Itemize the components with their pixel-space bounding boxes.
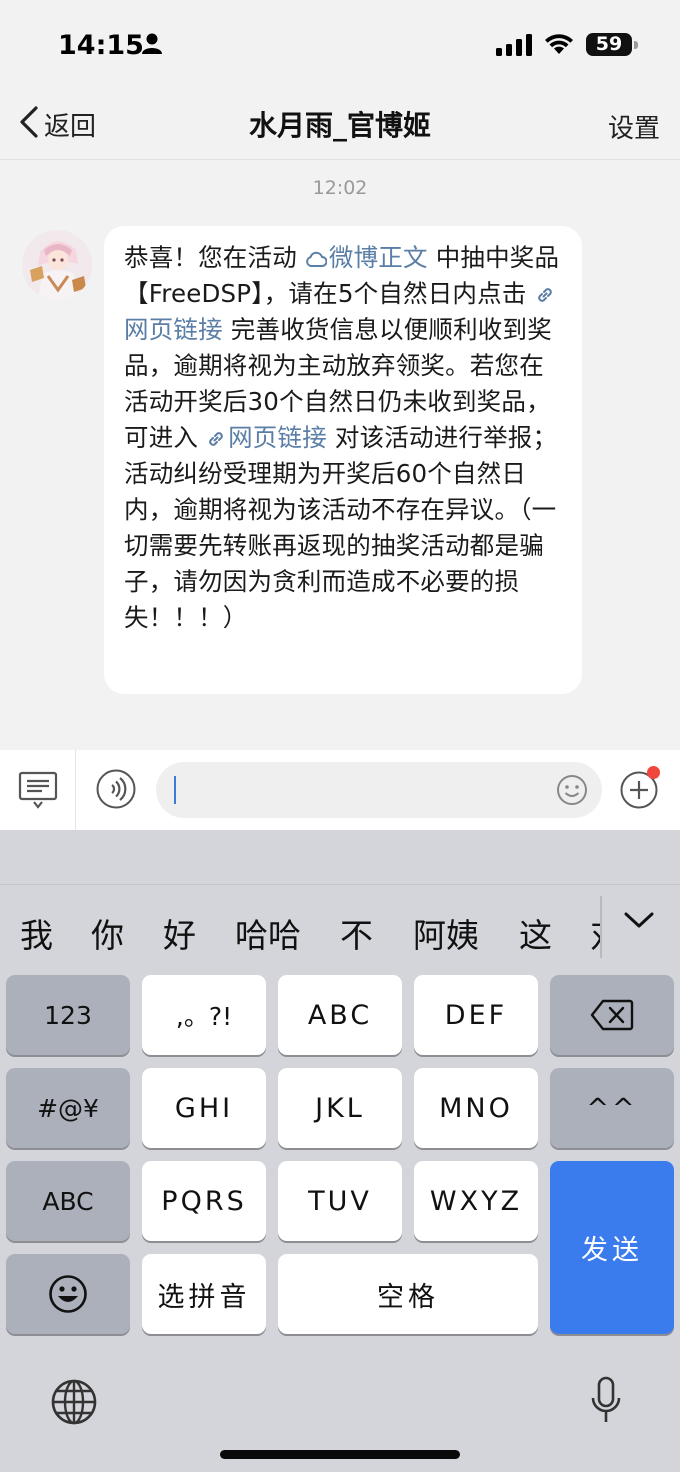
message-text: 恭喜！您在活动 微博正文 中抽中奖品【FreeDSP】，请在5个自然日内点击 网… <box>124 240 564 636</box>
chat-title: 水月雨_官博姬 <box>248 109 431 142</box>
voice-input-button[interactable] <box>96 769 136 809</box>
key-abc[interactable]: ABC <box>278 975 402 1055</box>
home-indicator <box>220 1450 460 1459</box>
key-symbols[interactable]: #@¥ <box>6 1068 130 1148</box>
web-link[interactable]: 网页链接 <box>206 423 327 452</box>
key-label: TUV <box>308 1185 372 1217</box>
link-icon <box>209 432 223 446</box>
candidate-word[interactable]: 不 <box>340 909 373 957</box>
candidate-divider <box>600 896 602 958</box>
key-emoji[interactable] <box>6 1254 130 1334</box>
settings-button[interactable]: 设置 <box>608 108 660 145</box>
candidate-bar: 我 你 好 哈哈 不 阿姨 这 对 <box>0 885 600 973</box>
candidate-word[interactable]: 这 <box>519 909 552 957</box>
voice-icon <box>96 769 136 809</box>
key-emoticon[interactable]: ^^ <box>550 1068 674 1148</box>
status-bar: 14:15 59 <box>0 0 680 90</box>
key-label: JKL <box>315 1092 365 1124</box>
key-space[interactable]: 空格 <box>278 1254 538 1334</box>
avatar[interactable] <box>22 230 92 300</box>
key-label: PQRS <box>161 1185 247 1217</box>
emoji-icon <box>49 1275 87 1313</box>
message-list[interactable]: 12:02 恭喜！您在活动 微博正文 中抽中奖品【FreeDSP】，请在5个自然… <box>0 160 680 750</box>
keyboard-toolbar <box>0 830 680 885</box>
service-menu-button[interactable] <box>0 750 76 830</box>
weibo-post-link-label: 微博正文 <box>328 243 428 272</box>
send-label: 发送 <box>581 1235 643 1266</box>
keyboard: 我 你 好 哈哈 不 阿姨 这 对 123 ,。?! ABC DEF #@¥ G… <box>0 830 680 1472</box>
key-label: DEF <box>444 999 508 1031</box>
send-button[interactable]: 发送 <box>550 1161 674 1334</box>
key-label: 选拼音 <box>157 1281 251 1313</box>
candidate-word[interactable]: 哈哈 <box>235 909 301 957</box>
key-label: 空格 <box>377 1281 439 1313</box>
key-pqrs[interactable]: PQRS <box>142 1161 266 1241</box>
key-ghi[interactable]: GHI <box>142 1068 266 1148</box>
backspace-icon <box>590 999 634 1031</box>
message-timestamp: 12:02 <box>312 177 368 199</box>
microphone-icon[interactable] <box>590 1376 622 1430</box>
message-segment: 对该活动进行举报；活动纠纷受理期为开奖后60个自然日内，逾期将视为该活动不存在异… <box>124 423 558 632</box>
smiley-icon <box>557 775 587 805</box>
key-wxyz[interactable]: WXYZ <box>414 1161 538 1241</box>
key-label: MNO <box>439 1092 513 1124</box>
chat-header: 返回 水月雨_官博姬 设置 <box>0 90 680 160</box>
notification-dot <box>647 766 660 779</box>
candidate-word[interactable]: 对 <box>590 909 600 957</box>
wifi-icon <box>543 32 575 60</box>
key-label: ABC <box>307 999 373 1031</box>
key-english[interactable]: ABC <box>6 1161 130 1241</box>
emoji-button[interactable] <box>556 774 588 810</box>
message-input[interactable] <box>156 762 602 818</box>
input-bar <box>0 750 680 830</box>
key-label: ^^ <box>586 1092 638 1124</box>
key-tuv[interactable]: TUV <box>278 1161 402 1241</box>
text-cursor <box>174 776 176 804</box>
battery-tip <box>634 41 638 49</box>
key-label: ,。?! <box>175 1002 233 1031</box>
candidate-word[interactable]: 我 <box>20 909 53 957</box>
candidate-word[interactable]: 你 <box>91 909 124 957</box>
cloud-icon <box>306 251 328 267</box>
link-icon <box>537 288 552 302</box>
key-label: #@¥ <box>37 1093 99 1123</box>
web-link-label: 网页链接 <box>228 423 327 452</box>
key-numbers[interactable]: 123 <box>6 975 130 1055</box>
key-mno[interactable]: MNO <box>414 1068 538 1148</box>
menu-icon <box>18 771 57 809</box>
key-label: WXYZ <box>429 1185 523 1217</box>
status-time: 14:15 <box>58 30 144 61</box>
key-label: GHI <box>174 1092 234 1124</box>
key-label: 123 <box>44 1000 92 1030</box>
weibo-post-link[interactable]: 微博正文 <box>305 243 428 272</box>
candidate-word[interactable]: 好 <box>163 909 196 957</box>
key-jkl[interactable]: JKL <box>278 1068 402 1148</box>
battery-indicator: 59 <box>586 33 632 56</box>
key-select-pinyin[interactable]: 选拼音 <box>142 1254 266 1334</box>
chevron-down-icon <box>624 912 654 928</box>
person-icon <box>142 33 162 59</box>
key-punctuation[interactable]: ,。?! <box>142 975 266 1055</box>
expand-candidates-button[interactable] <box>622 910 656 934</box>
message-bubble[interactable]: 恭喜！您在活动 微博正文 中抽中奖品【FreeDSP】，请在5个自然日内点击 网… <box>104 226 582 694</box>
candidate-word[interactable]: 阿姨 <box>413 909 479 957</box>
key-def[interactable]: DEF <box>414 975 538 1055</box>
cellular-signal-icon <box>496 34 532 60</box>
web-link-label: 网页链接 <box>124 315 223 344</box>
key-label: ABC <box>42 1186 94 1216</box>
message-segment: 恭喜！您在活动 <box>124 243 305 272</box>
key-backspace[interactable] <box>550 975 674 1055</box>
globe-icon[interactable] <box>50 1378 98 1430</box>
